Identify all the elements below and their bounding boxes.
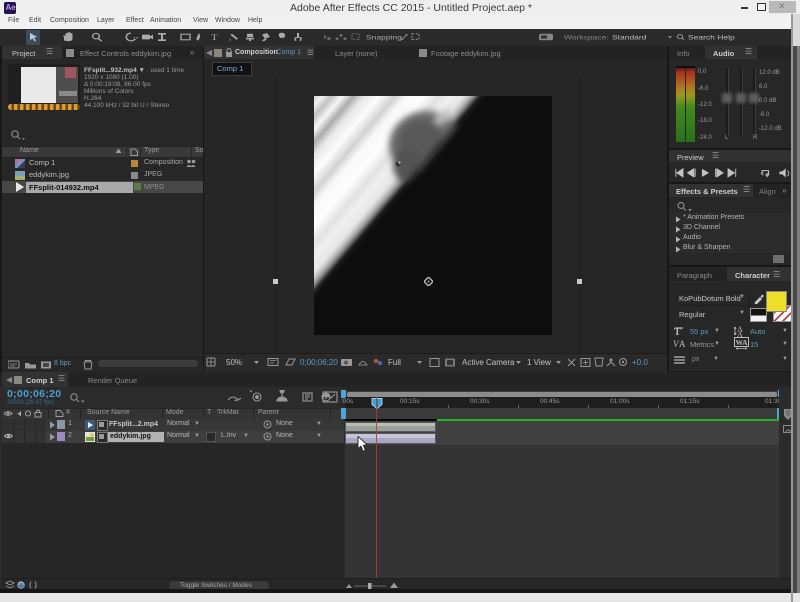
svg-text:T: T [211,33,218,43]
svg-text:+0.0: +0.0 [632,358,648,367]
svg-text:A: A [679,339,686,349]
svg-text:Search Help: Search Help [688,33,735,41]
svg-text:Full: Full [388,358,401,367]
svg-text:Active Camera: Active Camera [462,358,515,367]
svg-text:0;00;06;20: 0;00;06;20 [300,358,338,367]
svg-text:WA: WA [736,338,749,347]
svg-text:Snapping: Snapping [366,33,402,41]
svg-text:Standard: Standard [612,33,646,41]
svg-text:A: A [737,330,743,337]
svg-text:50%: 50% [226,358,242,367]
svg-text:Workspace:: Workspace: [564,33,609,41]
svg-text:1 View: 1 View [527,358,551,367]
